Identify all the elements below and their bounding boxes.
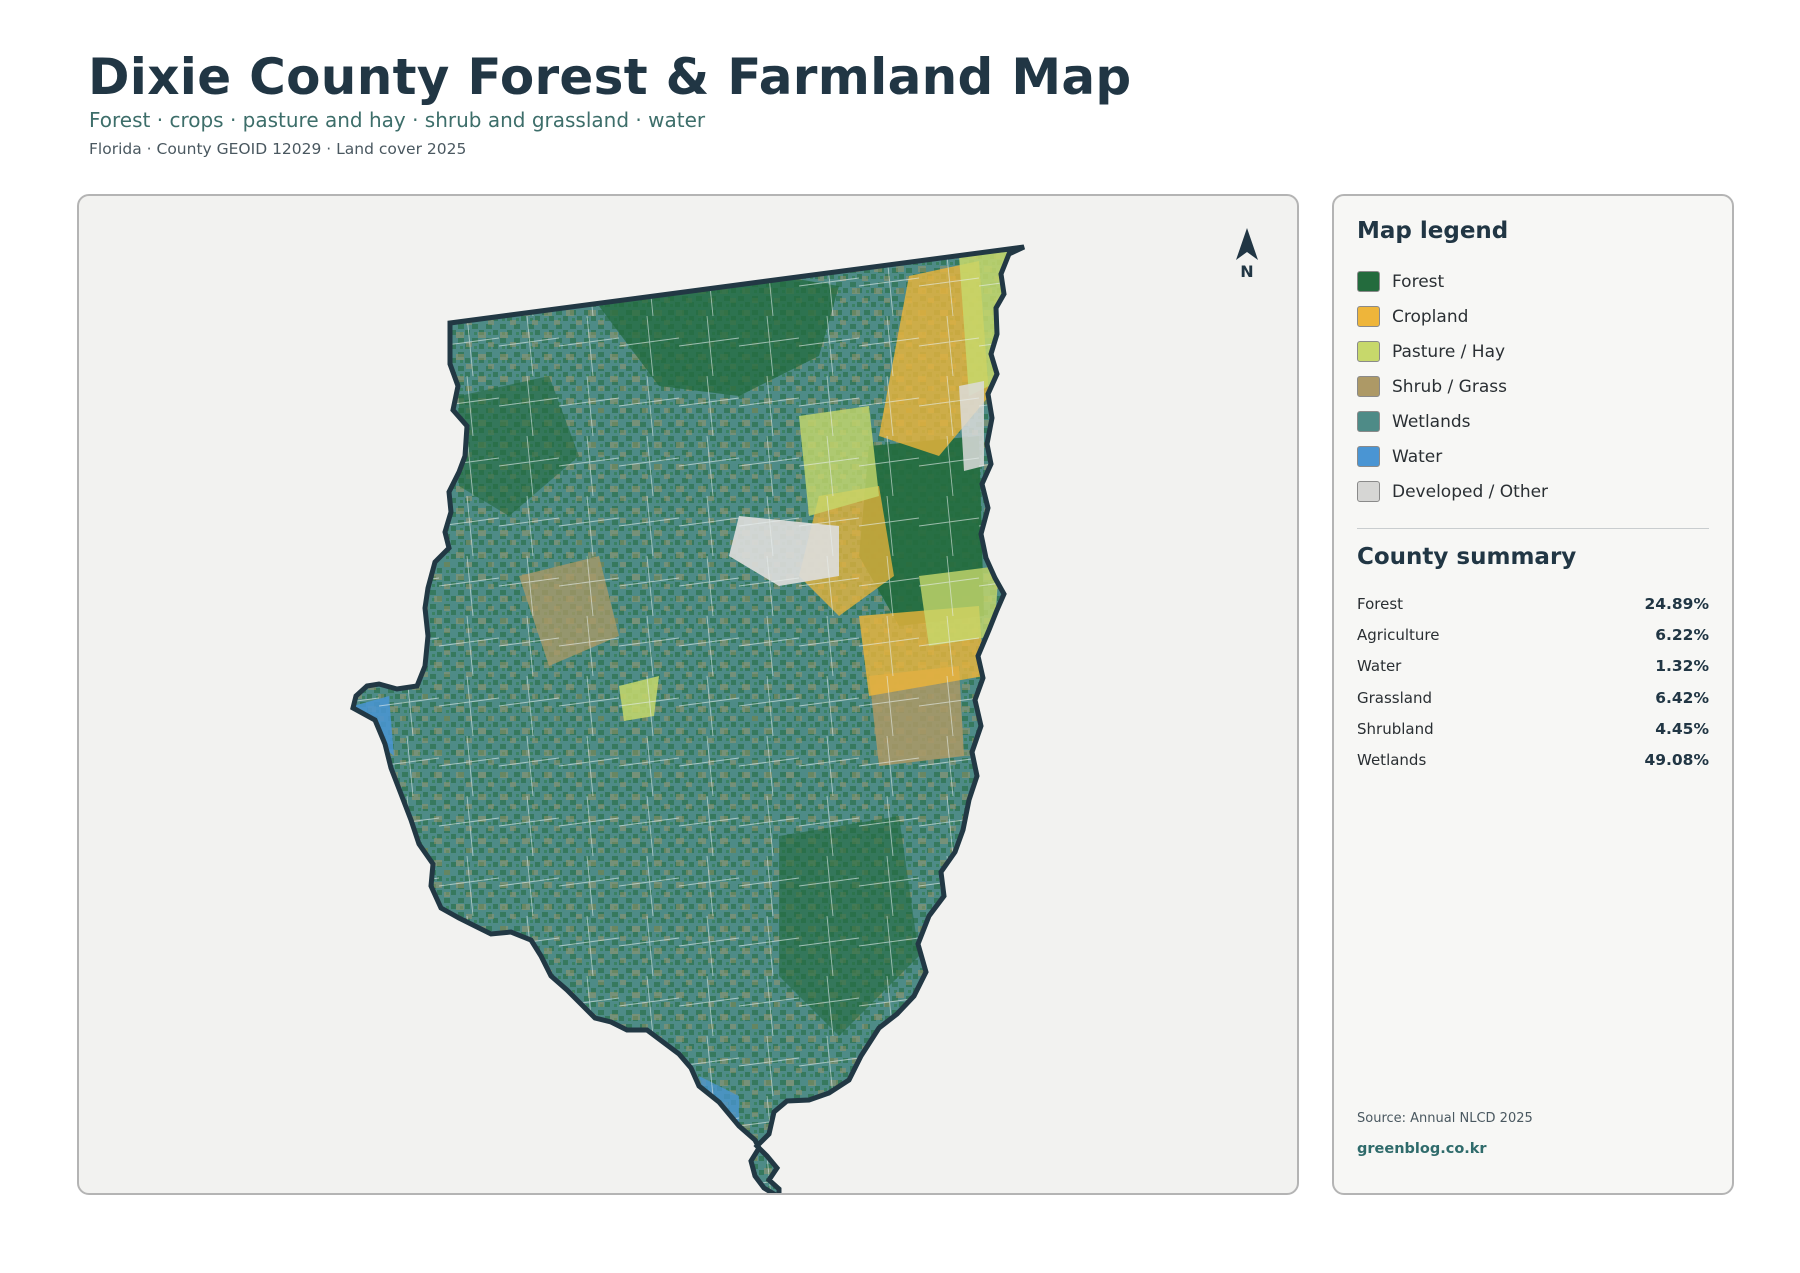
legend-swatch-pasture	[1357, 341, 1380, 362]
north-label: N	[1240, 262, 1254, 281]
legend-label: Wetlands	[1392, 411, 1471, 432]
legend-swatch-shrub	[1357, 376, 1380, 397]
summary-value: 49.08%	[1644, 751, 1709, 770]
legend-swatch-forest	[1357, 271, 1380, 292]
road-network	[353, 247, 1024, 1193]
legend-item-shrub: Shrub / Grass	[1357, 369, 1548, 404]
legend-heading: Map legend	[1357, 218, 1509, 244]
legend-item-wetlands: Wetlands	[1357, 404, 1548, 439]
legend-label: Forest	[1392, 271, 1445, 292]
summary-row: Forest 24.89%	[1357, 588, 1709, 619]
map-panel[interactable]: N	[77, 194, 1299, 1195]
legend-item-water: Water	[1357, 439, 1548, 474]
summary-row: Shrubland 4.45%	[1357, 713, 1709, 744]
summary-label: Water	[1357, 657, 1402, 676]
legend-label: Developed / Other	[1392, 481, 1549, 502]
summary-heading: County summary	[1357, 544, 1577, 570]
page-meta: Florida · County GEOID 12029 · Land cove…	[89, 140, 467, 158]
legend-label: Shrub / Grass	[1392, 376, 1507, 397]
legend-label: Pasture / Hay	[1392, 341, 1506, 362]
page-subtitle: Forest · crops · pasture and hay · shrub…	[89, 108, 706, 132]
legend-swatch-cropland	[1357, 306, 1380, 327]
page-title: Dixie County Forest & Farmland Map	[88, 48, 1132, 106]
summary-value: 24.89%	[1644, 594, 1709, 613]
summary-value: 6.22%	[1655, 625, 1709, 644]
legend-divider	[1357, 528, 1709, 529]
legend-swatch-developed	[1357, 481, 1380, 502]
summary-label: Forest	[1357, 594, 1404, 613]
summary-label: Shrubland	[1357, 719, 1434, 738]
legend-item-developed: Developed / Other	[1357, 474, 1548, 509]
source-note: Source: Annual NLCD 2025	[1357, 1111, 1533, 1126]
legend-item-cropland: Cropland	[1357, 299, 1548, 334]
summary-row: Agriculture 6.22%	[1357, 619, 1709, 650]
legend-list: Forest Cropland Pasture / Hay Shrub / Gr…	[1357, 264, 1548, 509]
legend-swatch-wetlands	[1357, 411, 1380, 432]
legend-swatch-water	[1357, 446, 1380, 467]
site-link[interactable]: greenblog.co.kr	[1357, 1141, 1487, 1157]
land-cover-layer	[353, 247, 1024, 1193]
summary-label: Agriculture	[1357, 625, 1440, 644]
north-arrow: N	[1227, 226, 1267, 286]
summary-row: Wetlands 49.08%	[1357, 744, 1709, 775]
side-panel: Map legend Forest Cropland Pasture / Hay…	[1332, 194, 1734, 1195]
legend-label: Cropland	[1392, 306, 1469, 327]
summary-row: Water 1.32%	[1357, 651, 1709, 682]
summary-label: Grassland	[1357, 688, 1432, 707]
north-arrow-icon	[1236, 228, 1258, 260]
summary-value: 1.32%	[1655, 657, 1709, 676]
summary-list: Forest 24.89% Agriculture 6.22% Water 1.…	[1357, 588, 1709, 776]
summary-label: Wetlands	[1357, 751, 1427, 770]
legend-item-forest: Forest	[1357, 264, 1548, 299]
summary-row: Grassland 6.42%	[1357, 682, 1709, 713]
county-map[interactable]	[79, 196, 1299, 1195]
summary-value: 4.45%	[1655, 719, 1709, 738]
legend-item-pasture: Pasture / Hay	[1357, 334, 1548, 369]
legend-label: Water	[1392, 446, 1443, 467]
summary-value: 6.42%	[1655, 688, 1709, 707]
